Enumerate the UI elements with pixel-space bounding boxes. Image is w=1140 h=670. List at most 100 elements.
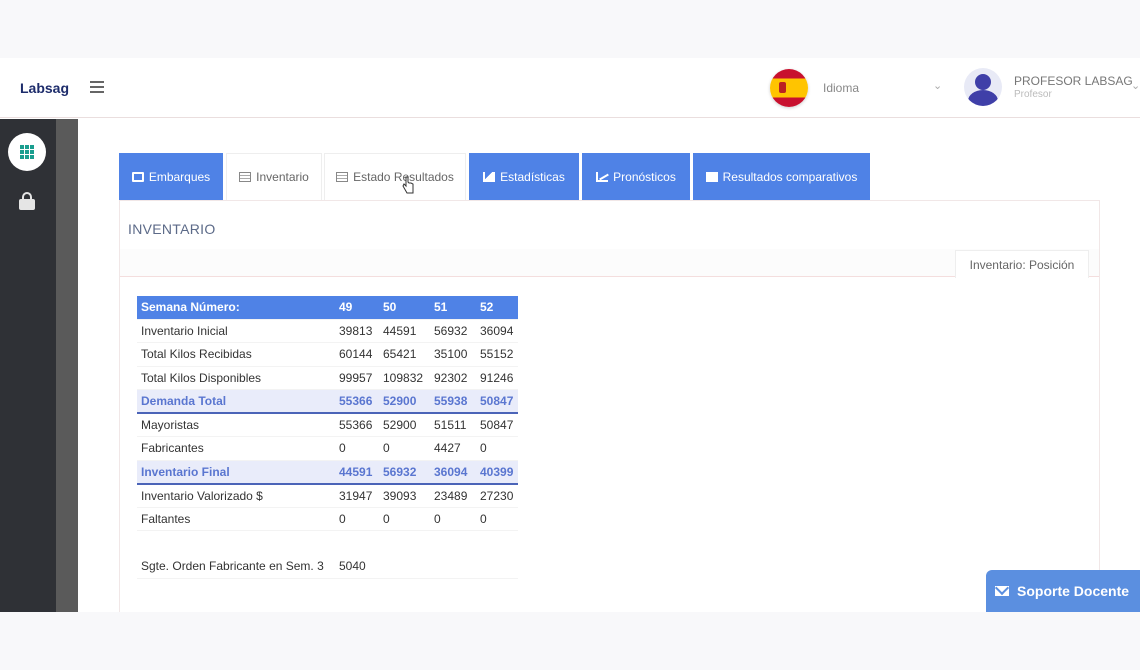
table-cell: 0 [335,436,379,461]
table-cell: 0 [379,436,430,461]
table-cell: 0 [476,436,518,461]
row-label: Inventario Final [137,460,335,485]
subtab-inventario-posicion[interactable]: Inventario: Posición [955,250,1089,278]
table-cell: 0 [379,507,430,531]
language-selector[interactable]: Idioma [823,81,859,95]
row-label: Demanda Total [137,389,335,414]
table-cell: 39093 [379,483,430,508]
table-cell: 0 [335,507,379,531]
hand-cursor-icon [402,176,414,194]
table-row: Mayoristas 55366 52900 51511 50847 [137,413,518,437]
table-cell: 4427 [430,436,476,461]
table-cell: 50847 [476,413,518,437]
tab-estado-resultados[interactable]: Estado Resultados [324,153,466,200]
table-header-cell: 51 [430,296,476,320]
tab-label: Embarques [148,169,211,184]
support-label: Soporte Docente [1017,583,1130,599]
apps-grid-icon[interactable] [8,133,46,171]
table-cell: 55366 [335,389,379,414]
table-header-cell: 52 [476,296,518,320]
line-chart-icon [596,171,609,182]
sidebar [0,119,56,612]
table-footer-row: Sgte. Orden Fabricante en Sem. 3 5040 [137,554,518,579]
tab-label: Estadísticas [500,169,565,184]
table-cell: 44591 [379,319,430,343]
chevron-down-icon[interactable]: ⌄ [933,79,942,92]
row-label: Total Kilos Disponibles [137,366,335,390]
table-cell: 39813 [335,319,379,343]
sidebar-edge [56,119,78,612]
table-cell: 51511 [430,413,476,437]
table-cell: 40399 [476,460,518,485]
table-cell: 5040 [335,554,379,579]
table-cell: 109832 [379,366,430,390]
table-row: Inventario Inicial 39813 44591 56932 360… [137,319,518,343]
table-cell: 0 [430,507,476,531]
table-cell: 23489 [430,483,476,508]
table-header-row: Semana Número: 49 50 51 52 [137,296,518,320]
table-row: Fabricantes 0 0 4427 0 [137,436,518,461]
table-cell: 0 [476,507,518,531]
row-label: Mayoristas [137,413,335,437]
table-cell: 92302 [430,366,476,390]
lock-icon[interactable] [19,192,35,210]
table-row-highlight: Demanda Total 55366 52900 55938 50847 [137,389,518,414]
row-label: Inventario Valorizado $ [137,483,335,508]
tab-label: Inventario [256,170,309,184]
table-cell: 55152 [476,342,518,367]
table-cell: 44591 [335,460,379,485]
table-header-cell: 49 [335,296,379,320]
table-cell: 27230 [476,483,518,508]
tab-estadisticas[interactable]: Estadísticas [469,153,579,200]
table-row-highlight: Inventario Final 44591 56932 36094 40399 [137,460,518,485]
table-cell: 56932 [379,460,430,485]
row-label: Fabricantes [137,436,335,461]
table-cell: 52900 [379,389,430,414]
user-role: Profesor [1014,89,1052,100]
tab-label: Pronósticos [613,169,676,184]
menu-toggle-icon[interactable] [90,78,104,94]
panel-subtab-strip [120,249,1099,277]
support-button[interactable]: Soporte Docente [986,570,1140,612]
table-cell: 60144 [335,342,379,367]
table-header-cell: 50 [379,296,430,320]
area-chart-icon [483,171,496,182]
row-label: Sgte. Orden Fabricante en Sem. 3 [137,554,335,579]
table-cell: 56932 [430,319,476,343]
table-cell: 35100 [430,342,476,367]
table-cell: 99957 [335,366,379,390]
app-frame: Labsag Idioma ⌄ PROFESOR LABSAG Profesor… [0,58,1140,612]
table-cell: 52900 [379,413,430,437]
spain-flag-icon[interactable] [770,69,808,107]
table-icon [239,172,252,182]
tab-pronosticos[interactable]: Pronósticos [582,153,690,200]
table-cell: 91246 [476,366,518,390]
envelope-icon [995,586,1009,596]
chevron-down-icon[interactable]: ⌄ [1131,79,1140,92]
user-avatar[interactable] [964,68,1002,106]
document-icon [705,171,718,182]
table-cell: 31947 [335,483,379,508]
tab-label: Resultados comparativos [722,169,858,184]
row-label: Total Kilos Recibidas [137,342,335,367]
inventory-table: Semana Número: 49 50 51 52 Inventario In… [137,296,518,579]
user-name[interactable]: PROFESOR LABSAG [1014,74,1133,88]
tab-inventario[interactable]: Inventario [226,153,322,200]
row-label: Faltantes [137,507,335,531]
table-row: Inventario Valorizado $ 31947 39093 2348… [137,483,518,508]
table-cell: 65421 [379,342,430,367]
panel-title: INVENTARIO [128,221,216,237]
tab-resultados-comparativos[interactable]: Resultados comparativos [693,153,870,200]
table-spacer-row [137,531,518,555]
table-cell: 36094 [476,319,518,343]
table-row: Faltantes 0 0 0 0 [137,507,518,531]
inventory-panel: INVENTARIO Inventario: Posición Semana N… [119,200,1100,612]
tab-embarques[interactable]: Embarques [119,153,223,200]
table-row: Total Kilos Recibidas 60144 65421 35100 … [137,342,518,367]
top-bar: Labsag Idioma ⌄ PROFESOR LABSAG Profesor… [0,58,1140,118]
brand-logo[interactable]: Labsag [20,80,69,96]
table-cell: 55366 [335,413,379,437]
row-label: Inventario Inicial [137,319,335,343]
table-header-cell: Semana Número: [137,296,335,320]
table-cell: 50847 [476,389,518,414]
